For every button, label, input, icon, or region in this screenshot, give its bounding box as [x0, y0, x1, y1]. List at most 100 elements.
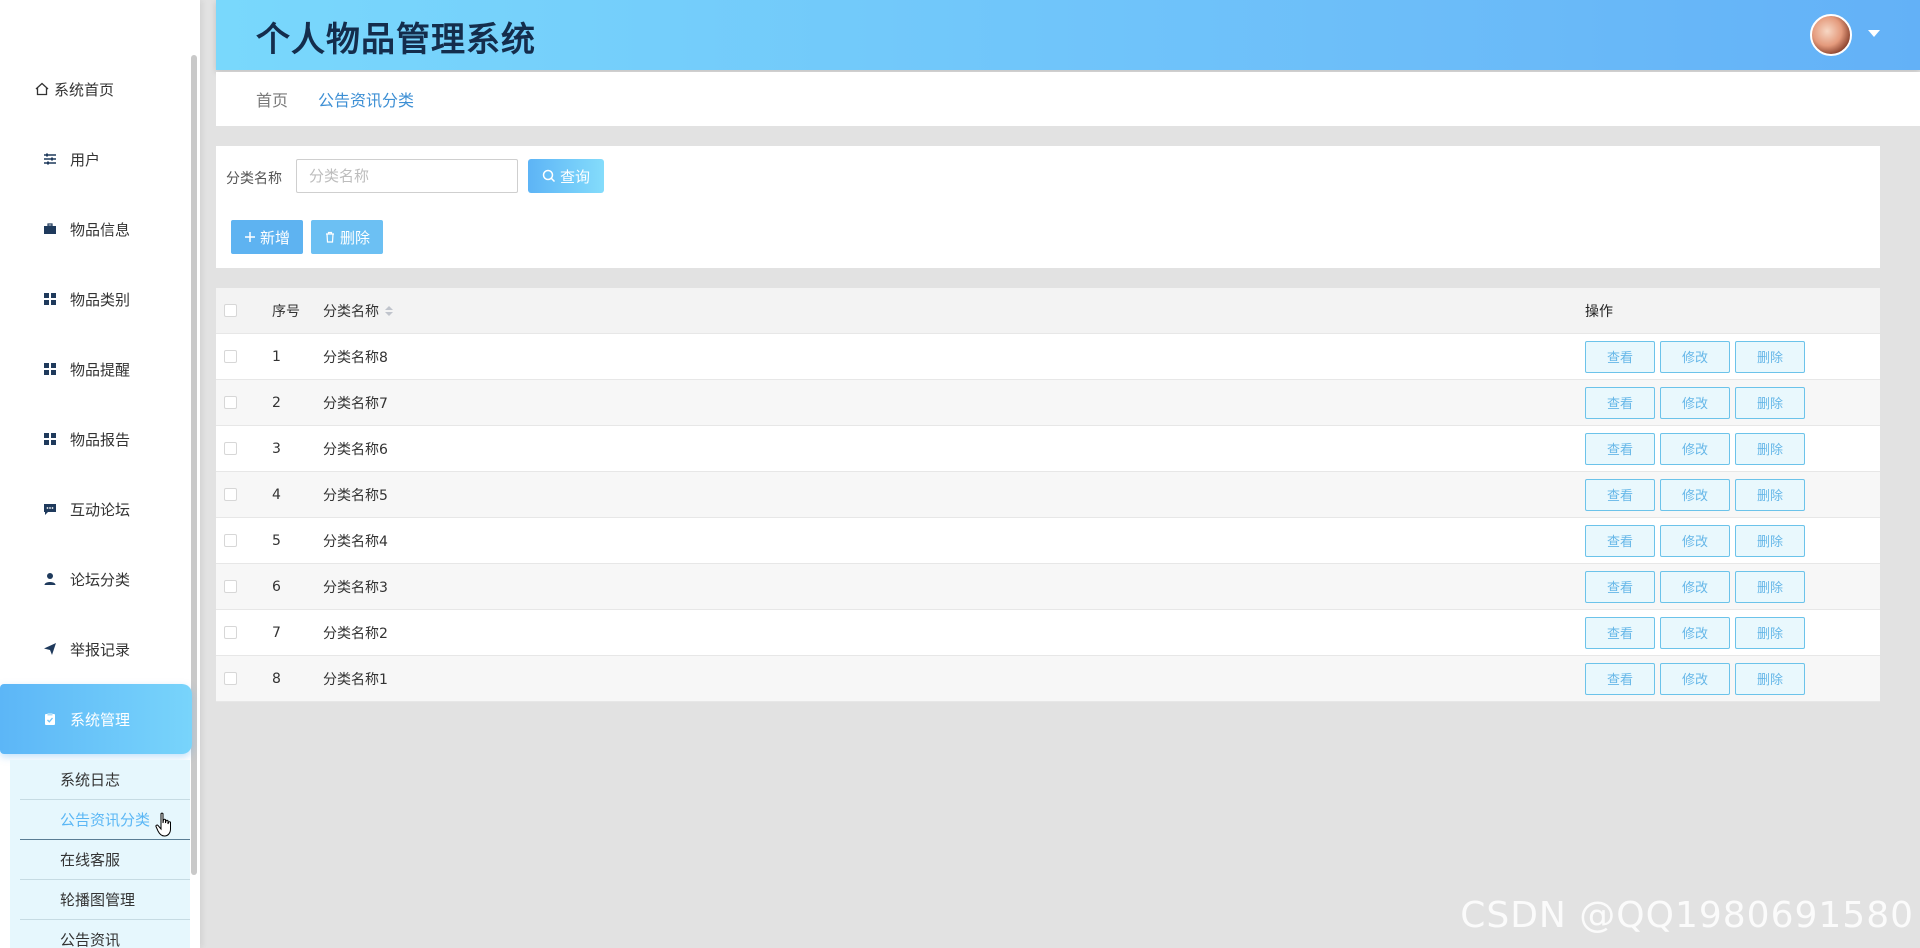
row-index: 7 — [272, 624, 281, 641]
row-actions: 查看 修改 删除 — [1585, 616, 1805, 649]
row-delete-button[interactable]: 删除 — [1735, 662, 1805, 695]
edit-button[interactable]: 修改 — [1660, 570, 1730, 603]
search-panel: 分类名称 查询 新增 删除 — [216, 146, 1880, 268]
submenu-item-carousel[interactable]: 轮播图管理 — [20, 880, 190, 920]
table-row: 3 分类名称6 查看 修改 删除 — [216, 426, 1880, 472]
query-button[interactable]: 查询 — [528, 159, 604, 193]
submenu-item-system-log[interactable]: 系统日志 — [20, 760, 190, 800]
plus-icon — [244, 232, 255, 242]
sort-icon[interactable] — [385, 305, 393, 316]
row-name: 分类名称2 — [323, 625, 388, 642]
view-button[interactable]: 查看 — [1585, 616, 1655, 649]
row-delete-button[interactable]: 删除 — [1735, 570, 1805, 603]
trash-icon — [325, 231, 334, 243]
edit-button[interactable]: 修改 — [1660, 662, 1730, 695]
sidebar-item-label: 用户 — [70, 150, 101, 169]
sidebar-item-system-management[interactable]: 系统管理 — [0, 684, 192, 754]
view-button[interactable]: 查看 — [1585, 524, 1655, 557]
delete-button[interactable]: 删除 — [311, 220, 383, 254]
view-button[interactable]: 查看 — [1585, 662, 1655, 695]
sidebar-menu: 系统首页 用户 物品信息 物品类别 物品提醒 物品报告 互动论坛 论坛分类 举报… — [0, 54, 192, 754]
breadcrumb-current: 公告资讯分类 — [318, 91, 415, 110]
submenu-item-announcement[interactable]: 公告资讯 — [20, 920, 190, 948]
row-index: 4 — [272, 486, 281, 503]
select-all-checkbox[interactable] — [224, 304, 237, 317]
app-title: 个人物品管理系统 — [256, 20, 536, 60]
sidebar-item-item-reminder[interactable]: 物品提醒 — [0, 334, 192, 404]
table-header-row: 序号 分类名称 操作 — [216, 288, 1880, 334]
row-name: 分类名称7 — [323, 395, 388, 412]
table-row: 4 分类名称5 查看 修改 删除 — [216, 472, 1880, 518]
sidebar-item-home[interactable]: 系统首页 — [0, 54, 192, 124]
add-button[interactable]: 新增 — [231, 220, 303, 254]
row-index: 2 — [272, 394, 281, 411]
sidebar-item-forum-category[interactable]: 论坛分类 — [0, 544, 192, 614]
add-button-label: 新增 — [259, 229, 290, 247]
table-row: 2 分类名称7 查看 修改 删除 — [216, 380, 1880, 426]
system-management-submenu: 系统日志 公告资讯分类 在线客服 轮播图管理 公告资讯 — [10, 760, 190, 948]
table-body: 1 分类名称8 查看 修改 删除 2 分类名称7 查看 修改 删除 3 分类名称6 查看 修改 删除 4 分类名… — [216, 334, 1880, 702]
view-button[interactable]: 查看 — [1585, 478, 1655, 511]
search-input[interactable] — [296, 159, 518, 193]
row-delete-button[interactable]: 删除 — [1735, 478, 1805, 511]
row-checkbox[interactable] — [224, 396, 237, 409]
row-index: 6 — [272, 578, 281, 595]
sidebar-item-label: 系统首页 — [54, 80, 115, 99]
row-checkbox[interactable] — [224, 488, 237, 501]
view-button[interactable]: 查看 — [1585, 340, 1655, 373]
sidebar-item-users[interactable]: 用户 — [0, 124, 192, 194]
row-checkbox[interactable] — [224, 350, 237, 363]
row-actions: 查看 修改 删除 — [1585, 478, 1805, 511]
sidebar-item-item-report[interactable]: 物品报告 — [0, 404, 192, 474]
top-header: 个人物品管理系统 — [216, 0, 1920, 70]
sidebar-item-item-info[interactable]: 物品信息 — [0, 194, 192, 264]
row-actions: 查看 修改 删除 — [1585, 340, 1805, 373]
header-actions: 操作 — [1585, 303, 1613, 320]
view-button[interactable]: 查看 — [1585, 386, 1655, 419]
view-button[interactable]: 查看 — [1585, 432, 1655, 465]
row-delete-button[interactable]: 删除 — [1735, 432, 1805, 465]
row-delete-button[interactable]: 删除 — [1735, 386, 1805, 419]
sidebar-item-label: 物品报告 — [70, 430, 131, 449]
edit-button[interactable]: 修改 — [1660, 386, 1730, 419]
row-delete-button[interactable]: 删除 — [1735, 340, 1805, 373]
edit-button[interactable]: 修改 — [1660, 432, 1730, 465]
hand-pointer-icon — [155, 812, 171, 837]
row-index: 8 — [272, 670, 281, 687]
row-delete-button[interactable]: 删除 — [1735, 524, 1805, 557]
query-button-label: 查询 — [559, 168, 590, 186]
row-checkbox[interactable] — [224, 442, 237, 455]
submenu-item-online-service[interactable]: 在线客服 — [20, 840, 190, 880]
table-row: 6 分类名称3 查看 修改 删除 — [216, 564, 1880, 610]
sidebar-item-reports[interactable]: 举报记录 — [0, 614, 192, 684]
row-delete-button[interactable]: 删除 — [1735, 616, 1805, 649]
row-checkbox[interactable] — [224, 534, 237, 547]
sidebar-item-item-category[interactable]: 物品类别 — [0, 264, 192, 334]
table-row: 8 分类名称1 查看 修改 删除 — [216, 656, 1880, 702]
sidebar-item-forum[interactable]: 互动论坛 — [0, 474, 192, 544]
row-actions: 查看 修改 删除 — [1585, 524, 1805, 557]
row-checkbox[interactable] — [224, 626, 237, 639]
row-name: 分类名称8 — [323, 349, 388, 366]
sidebar-item-label: 论坛分类 — [70, 570, 131, 589]
sidebar-item-label: 物品提醒 — [70, 360, 131, 379]
row-checkbox[interactable] — [224, 580, 237, 593]
edit-button[interactable]: 修改 — [1660, 478, 1730, 511]
header-name[interactable]: 分类名称 — [323, 301, 393, 321]
edit-button[interactable]: 修改 — [1660, 616, 1730, 649]
chevron-down-icon[interactable] — [1868, 30, 1880, 37]
row-actions: 查看 修改 删除 — [1585, 662, 1805, 695]
avatar[interactable] — [1810, 14, 1852, 56]
breadcrumb-home[interactable]: 首页 — [256, 87, 288, 111]
row-actions: 查看 修改 删除 — [1585, 570, 1805, 603]
search-label: 分类名称 — [226, 171, 282, 187]
edit-button[interactable]: 修改 — [1660, 340, 1730, 373]
row-name: 分类名称3 — [323, 579, 388, 596]
view-button[interactable]: 查看 — [1585, 570, 1655, 603]
row-actions: 查看 修改 删除 — [1585, 432, 1805, 465]
grid-icon — [42, 431, 58, 447]
search-icon — [542, 169, 556, 183]
edit-button[interactable]: 修改 — [1660, 524, 1730, 557]
row-checkbox[interactable] — [224, 672, 237, 685]
send-icon — [42, 641, 58, 657]
